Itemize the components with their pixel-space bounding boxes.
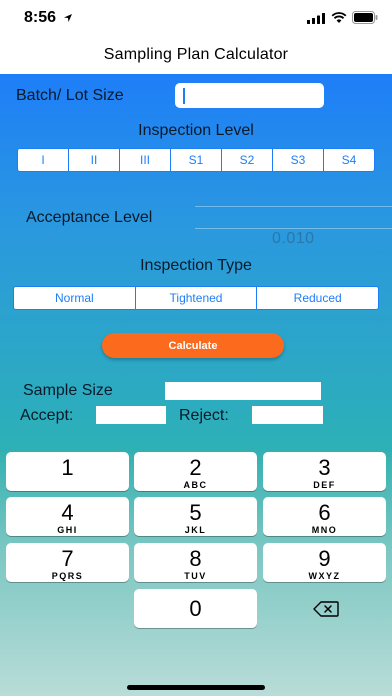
picker-top-divider xyxy=(195,206,392,207)
acceptance-level-label: Acceptance Level xyxy=(26,209,153,226)
backspace-icon[interactable] xyxy=(313,601,339,617)
picker-bottom-divider xyxy=(195,228,392,229)
acceptance-level-picker[interactable]: 0.010 xyxy=(272,230,315,248)
status-bar: 8:56 xyxy=(0,0,392,38)
inspection-type-segmented-control: Normal Tightened Reduced xyxy=(13,286,379,310)
key-4[interactable]: 4 GHI xyxy=(6,497,129,536)
sample-size-label: Sample Size xyxy=(23,382,113,399)
status-time: 8:56 xyxy=(24,9,57,26)
key-5[interactable]: 5 JKL xyxy=(134,497,257,536)
segment-level-i[interactable]: I xyxy=(18,149,69,171)
key-0[interactable]: 0 xyxy=(134,589,257,628)
key-7[interactable]: 7 PQRS xyxy=(6,543,129,582)
inspection-level-label: Inspection Level xyxy=(138,122,254,139)
sample-size-field xyxy=(165,382,321,400)
page-title: Sampling Plan Calculator xyxy=(103,46,289,63)
segment-type-tightened[interactable]: Tightened xyxy=(136,287,258,309)
batch-size-label: Batch/ Lot Size xyxy=(16,87,124,104)
key-3[interactable]: 3 DEF xyxy=(263,452,386,491)
location-arrow-icon xyxy=(64,14,72,22)
segment-level-s1[interactable]: S1 xyxy=(171,149,222,171)
segment-level-ii[interactable]: II xyxy=(69,149,120,171)
key-1[interactable]: 1 xyxy=(6,452,129,491)
home-indicator xyxy=(127,685,265,690)
battery-icon xyxy=(352,11,378,24)
key-8[interactable]: 8 TUV xyxy=(134,543,257,582)
segment-type-normal[interactable]: Normal xyxy=(14,287,136,309)
key-6[interactable]: 6 MNO xyxy=(263,497,386,536)
segment-level-s3[interactable]: S3 xyxy=(273,149,324,171)
segment-level-s2[interactable]: S2 xyxy=(222,149,273,171)
cellular-signal-icon xyxy=(307,13,325,24)
accept-field xyxy=(96,406,166,424)
accept-label: Accept: xyxy=(20,407,74,424)
segment-type-reduced[interactable]: Reduced xyxy=(257,287,378,309)
inspection-type-label: Inspection Type xyxy=(140,257,252,274)
reject-field xyxy=(252,406,323,424)
reject-label: Reject: xyxy=(179,407,229,424)
text-cursor xyxy=(183,88,185,104)
segment-level-s4[interactable]: S4 xyxy=(324,149,374,171)
key-9[interactable]: 9 WXYZ xyxy=(263,543,386,582)
segment-level-iii[interactable]: III xyxy=(120,149,171,171)
batch-size-input[interactable] xyxy=(175,83,324,108)
inspection-level-segmented-control: I II III S1 S2 S3 S4 xyxy=(17,148,375,172)
calculator-form: Batch/ Lot Size Inspection Level I II II… xyxy=(0,74,392,450)
wifi-icon xyxy=(331,12,347,23)
calculate-button[interactable]: Calculate xyxy=(102,333,284,358)
key-2[interactable]: 2 ABC xyxy=(134,452,257,491)
